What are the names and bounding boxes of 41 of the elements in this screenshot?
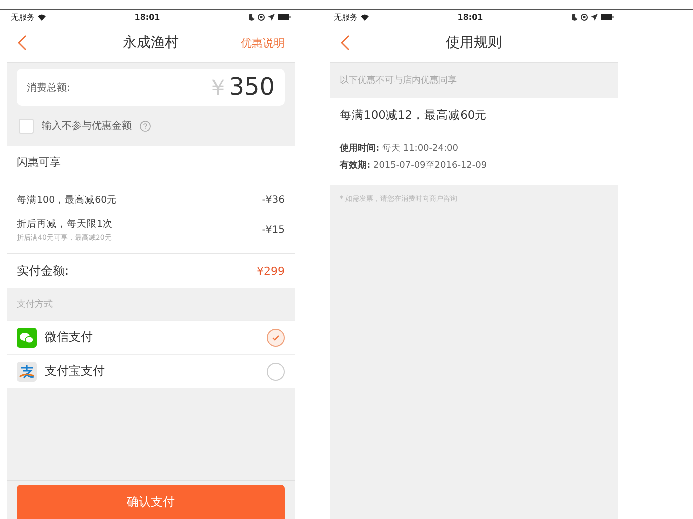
notice-text: 以下优惠不可与店内优惠同享: [339, 74, 458, 88]
rule-detail: 使用时间: 每天 11:00-24:00: [340, 142, 460, 156]
checkbox-label: 输入不参与优惠金额: [42, 120, 132, 133]
rule-detail: 有效期: 2015-07-09至2016-12-09: [340, 160, 488, 173]
battery-icon: [601, 14, 614, 20]
clock-text: 18:01: [458, 12, 484, 22]
total-amount: ¥299: [257, 264, 285, 278]
discount-amount: -¥15: [262, 225, 285, 236]
location-icon: [268, 14, 275, 20]
section-title: 闪惠可享: [16, 155, 62, 171]
moon-icon: [572, 14, 578, 20]
checkbox[interactable]: [19, 118, 34, 134]
wifi-icon: [38, 14, 46, 20]
help-icon[interactable]: [140, 120, 151, 132]
moon-icon: [249, 14, 255, 20]
wifi-icon: [361, 14, 369, 20]
battery-icon: [278, 14, 291, 20]
chat-bubbles-icon: [17, 328, 37, 348]
rule-title: 每满100减12，最高减60元: [340, 108, 488, 123]
amount-field[interactable]: 消费总额: ￥350: [17, 69, 285, 106]
page-title: 永成渔村: [123, 34, 179, 52]
back-chevron-icon: [17, 35, 27, 51]
location-icon: [591, 14, 598, 20]
radio-button[interactable]: [267, 362, 285, 380]
clock-text: 18:01: [134, 12, 160, 22]
back-chevron-icon: [340, 35, 350, 51]
discount-amount: -¥36: [262, 194, 285, 206]
payment-option[interactable]: 支付宝支付: [7, 354, 295, 388]
page-title: 使用规则: [446, 34, 502, 52]
discount-title: 折后再减，每天限1次: [17, 218, 114, 231]
section-title: 支付方式: [16, 298, 54, 312]
payment-logo-icon: [17, 362, 37, 382]
discount-title: 每满100，最高减60元: [17, 194, 118, 206]
radio-button[interactable]: [267, 328, 285, 346]
payment-option[interactable]: 微信支付: [7, 320, 295, 354]
lock-rotation-icon: [581, 14, 588, 20]
carrier-text: 无服务: [11, 12, 35, 22]
carrier-text: 无服务: [334, 12, 358, 22]
total-label: 实付金额:: [17, 262, 70, 280]
lock-rotation-icon: [258, 14, 265, 20]
check-icon: [272, 334, 280, 340]
